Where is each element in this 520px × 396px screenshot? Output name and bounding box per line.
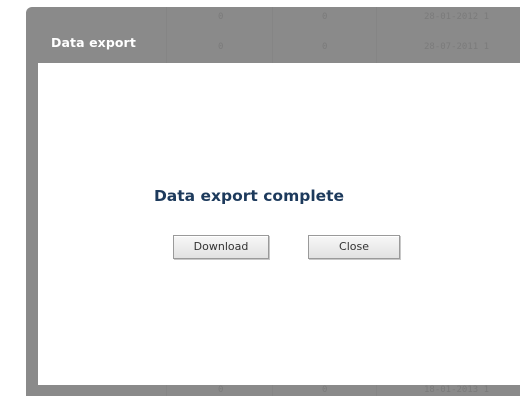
table-cell: 0 xyxy=(322,385,328,395)
screen: 0 0 28-01-2012 1 0 0 28-07-2011 1 0 0 18… xyxy=(0,0,520,396)
dialog-body: Data export complete Download Close xyxy=(38,63,520,385)
dialog-header: Data export xyxy=(26,7,520,63)
download-button[interactable]: Download xyxy=(173,235,269,259)
dialog-title: Data export xyxy=(51,35,136,50)
table-cell: 0 xyxy=(218,385,224,395)
close-button[interactable]: Close xyxy=(308,235,400,259)
export-complete-message: Data export complete xyxy=(153,187,345,205)
table-cell-date: 18-01-2013 1 xyxy=(424,385,490,395)
